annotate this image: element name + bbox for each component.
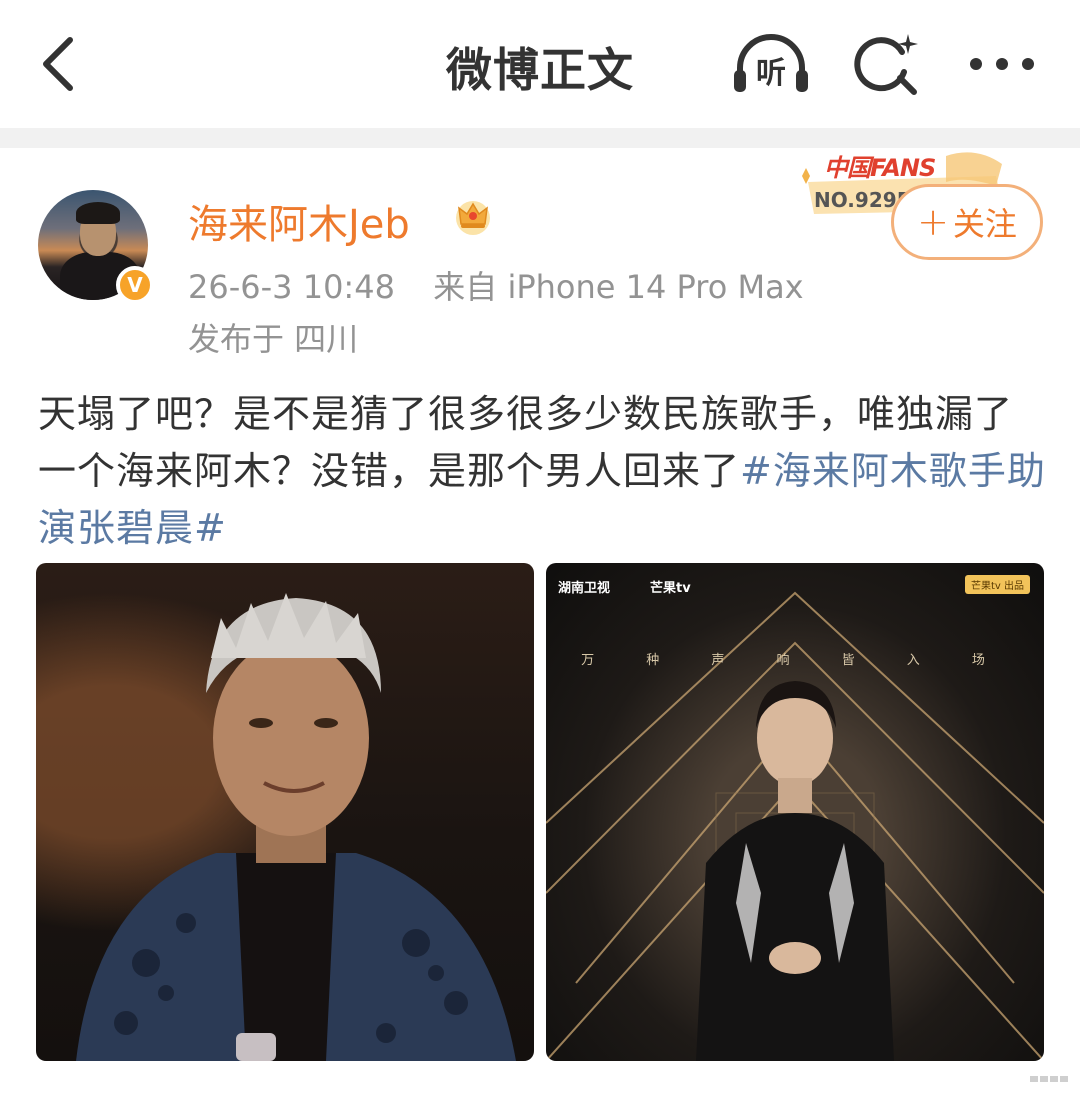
top-bar: 微博正文 听 (0, 0, 1080, 128)
more-options-button[interactable] (962, 44, 1042, 84)
post-time: 26-6-3 10:48 (188, 268, 395, 306)
fans-badge-title: 中国FANS (824, 154, 936, 182)
search-button[interactable] (852, 28, 926, 102)
listen-button[interactable]: 听 (728, 28, 814, 100)
post-meta: 26-6-3 10:48 来自 iPhone 14 Pro Max (188, 262, 804, 308)
hunan-tv-logo: 湖南卫视 (558, 581, 611, 596)
watermark-icon (1030, 1076, 1068, 1082)
mango-tv-logo: 芒果tv (650, 581, 691, 596)
post-text: 天塌了吧？是不是猜了很多很多少数民族歌手，唯独漏了一个海来阿木？没错，是那个男人… (38, 386, 1048, 557)
listen-label: 听 (756, 56, 786, 91)
crown-badge-icon (456, 201, 490, 235)
follow-label: 关注 (952, 205, 1017, 243)
search-icon (854, 34, 918, 95)
mango-tv-badge: 芒果tv 出品 (964, 575, 1030, 594)
post-image-2[interactable]: 湖南卫视 芒果tv 芒果tv 出品 万 种 声 响 皆 入 场 (546, 563, 1044, 1061)
more-dots-icon (970, 58, 1034, 70)
verified-badge: V (116, 266, 154, 304)
section-divider (0, 128, 1080, 148)
post-location: 发布于 四川 (188, 320, 359, 358)
post-image-1[interactable] (36, 563, 534, 1061)
stage-lines-illustration (546, 591, 1044, 1061)
singer-photo-illustration (76, 593, 516, 1061)
post-source: 来自 iPhone 14 Pro Max (433, 268, 804, 306)
image-caption: 万 种 声 响 皆 入 场 (581, 653, 1009, 668)
follow-button[interactable]: + 关注 (891, 184, 1043, 260)
username[interactable]: 海来阿木Jeb (188, 192, 410, 250)
plus-icon: + (917, 200, 949, 244)
